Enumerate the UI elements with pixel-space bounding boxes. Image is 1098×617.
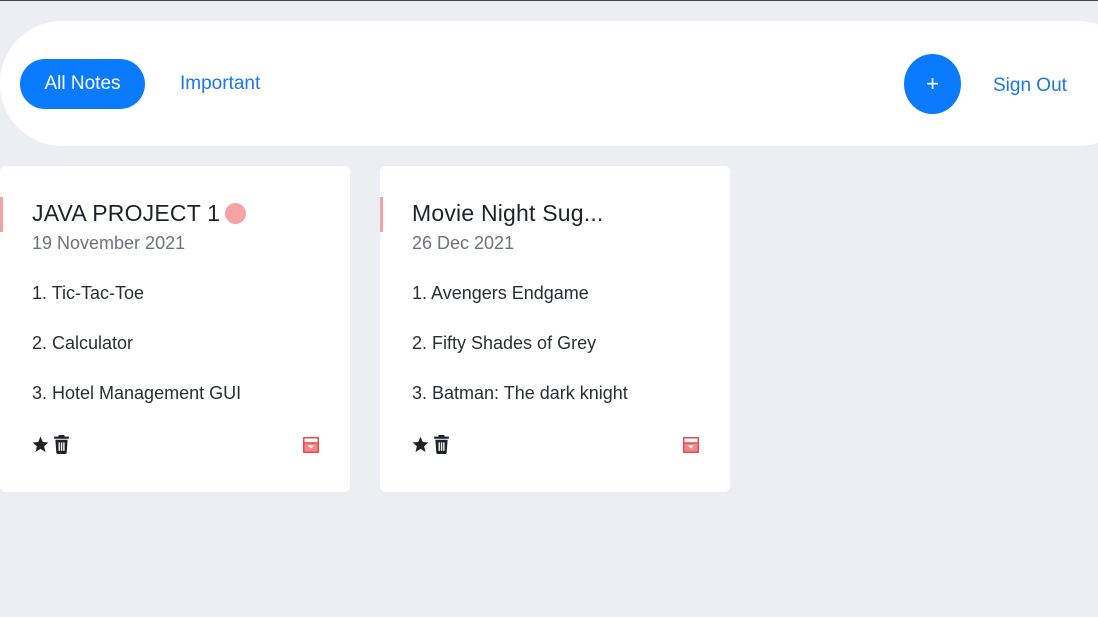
star-icon[interactable] xyxy=(31,435,50,454)
archive-icon[interactable] xyxy=(303,437,319,458)
note-actions xyxy=(411,435,450,454)
card-accent-bar xyxy=(0,197,3,232)
note-line: 3. Batman: The dark knight xyxy=(412,383,628,403)
note-title-text: Movie Night Sug... xyxy=(412,200,604,226)
sign-out-link[interactable]: Sign Out xyxy=(993,75,1067,97)
note-line: 1. Tic-Tac-Toe xyxy=(32,283,145,303)
note-line: 1. Avengers Endgame xyxy=(412,283,589,303)
note-date: 26 Dec 2021 xyxy=(412,233,515,253)
star-icon[interactable] xyxy=(411,435,430,454)
add-note-button[interactable]: + xyxy=(904,54,961,114)
note-title-text: JAVA PROJECT 1 xyxy=(32,200,221,226)
trash-icon[interactable] xyxy=(53,435,70,454)
note-card: JAVA PROJECT 1 19 November 2021 1. Tic-T… xyxy=(0,166,350,492)
all-notes-button[interactable]: All Notes xyxy=(20,59,145,109)
note-line: 2. Calculator xyxy=(32,333,134,353)
card-accent-bar xyxy=(380,197,383,232)
top-navbar: All Notes Important + Sign Out xyxy=(0,21,1098,146)
note-line: 3. Hotel Management GUI xyxy=(32,383,242,403)
trash-icon[interactable] xyxy=(433,435,450,454)
color-dot-icon xyxy=(225,203,247,224)
note-title: Movie Night Sug... xyxy=(412,200,604,227)
note-title: JAVA PROJECT 1 xyxy=(32,200,247,227)
window-top-border xyxy=(0,0,1098,1)
note-line: 2. Fifty Shades of Grey xyxy=(412,333,597,353)
note-card: Movie Night Sug... 26 Dec 2021 1. Avenge… xyxy=(380,166,730,492)
note-actions xyxy=(31,435,70,454)
important-link[interactable]: Important xyxy=(180,73,260,95)
archive-icon[interactable] xyxy=(683,437,699,458)
note-date: 19 November 2021 xyxy=(32,233,186,253)
